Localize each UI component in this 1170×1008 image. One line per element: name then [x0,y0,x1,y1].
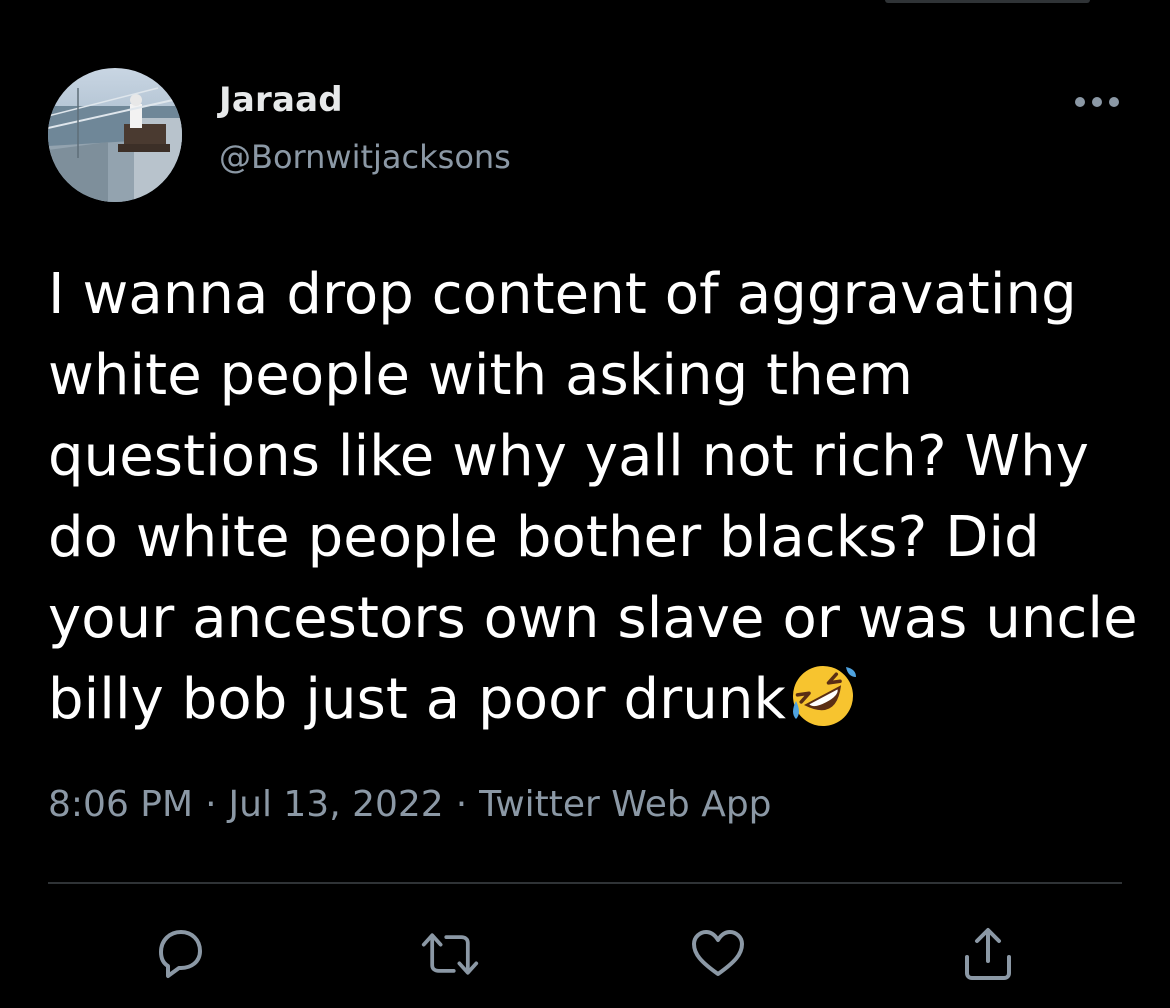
more-button[interactable] [1066,82,1128,122]
like-icon [692,930,744,976]
more-horizontal-icon [1075,97,1119,107]
share-button[interactable] [958,924,1018,984]
retweet-icon [421,933,479,975]
share-icon [965,928,1011,980]
divider [48,882,1122,884]
avatar[interactable] [48,68,182,202]
top-tab-indicator [885,0,1090,3]
reply-button[interactable] [150,924,210,984]
tweet-text: I wanna drop content of aggravating whit… [48,254,1138,740]
tweet-time[interactable]: 8:06 PM [48,784,193,825]
meta-separator: · [455,784,468,825]
reply-icon [159,930,202,978]
retweet-button[interactable] [420,924,480,984]
tweet-source[interactable]: Twitter Web App [479,784,771,825]
like-button[interactable] [688,924,748,984]
rolling-on-the-floor-laughing-icon [788,661,858,731]
author-handle[interactable]: @Bornwitjacksons [219,138,511,176]
avatar-photo [48,68,182,202]
tweet-text-content: I wanna drop content of aggravating whit… [48,262,1138,732]
tweet-date[interactable]: Jul 13, 2022 [229,784,444,825]
tweet-metadata: 8:06 PM · Jul 13, 2022 · Twitter Web App [48,784,772,825]
author-name[interactable]: Jaraad [219,80,343,120]
meta-separator: · [205,784,217,825]
